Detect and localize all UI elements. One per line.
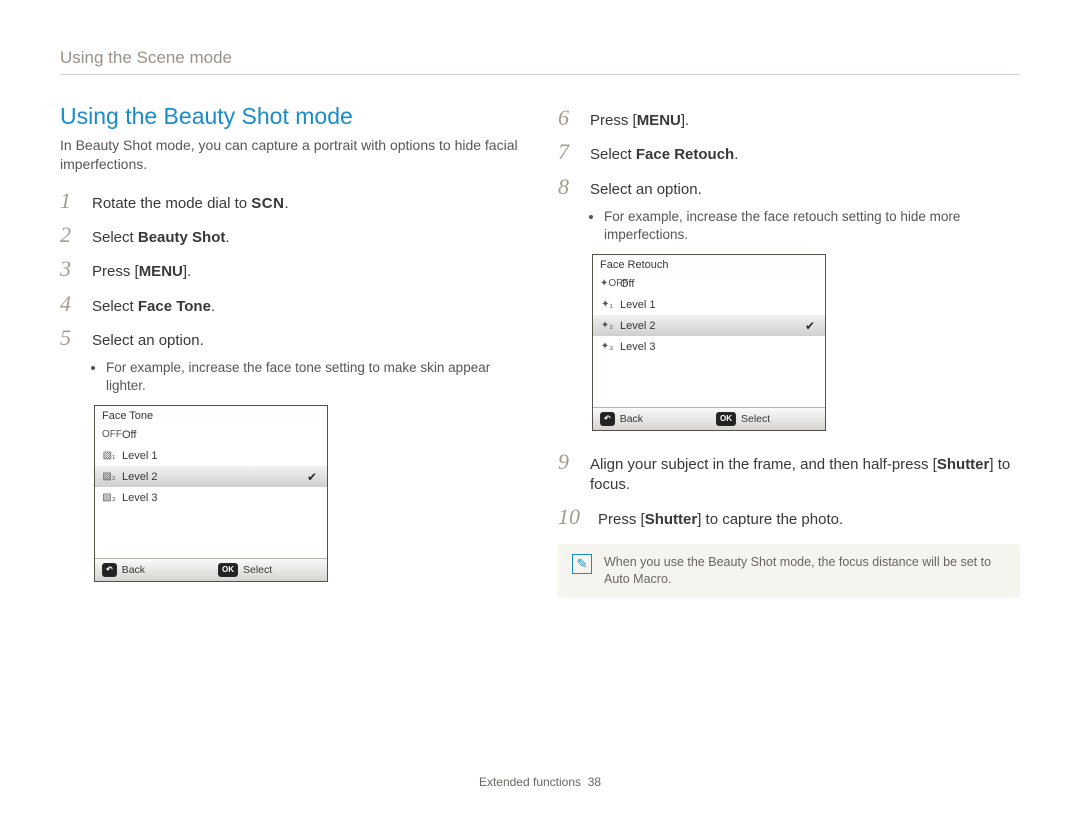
page-footer: Extended functions 38 <box>0 775 1080 789</box>
running-head: Using the Scene mode <box>60 48 1020 75</box>
step-number: 10 <box>558 504 588 530</box>
menu-glyph: MENU <box>139 263 183 280</box>
section-title: Using the Beauty Shot mode <box>60 103 522 130</box>
shot-row: ✦₁ Level 1 <box>593 294 825 315</box>
step-number: 1 <box>60 188 82 214</box>
check-icon: ✔ <box>307 470 320 484</box>
shot-row-selected: ▧₂ Level 2 ✔ <box>95 466 327 487</box>
step-number: 9 <box>558 449 580 475</box>
shot-row: ▧₁ Level 1 <box>95 445 327 466</box>
shot-row-label: Level 2 <box>620 320 655 332</box>
level-icon: ✦₂ <box>600 320 614 331</box>
steps-left: 1 Rotate the mode dial to SCN. 2 Select … <box>60 188 522 351</box>
ok-key-icon: OK <box>218 563 238 577</box>
shot-row-label: Level 1 <box>620 299 655 311</box>
ok-key-icon: OK <box>716 412 736 426</box>
step-2: Select Beauty Shot. <box>92 228 230 248</box>
shot-row: OFF Off <box>95 424 327 445</box>
note-box: ✎ When you use the Beauty Shot mode, the… <box>558 544 1020 598</box>
intro-text: In Beauty Shot mode, you can capture a p… <box>60 136 522 174</box>
step-number: 5 <box>60 325 82 351</box>
left-column: Using the Beauty Shot mode In Beauty Sho… <box>60 93 522 598</box>
step-number: 2 <box>60 222 82 248</box>
shot-row-label: Level 3 <box>620 341 655 353</box>
shot-row-label: Off <box>122 429 136 441</box>
step-6: Press [MENU]. <box>590 111 689 131</box>
note-text: When you use the Beauty Shot mode, the f… <box>604 554 1006 588</box>
check-icon: ✔ <box>805 319 818 333</box>
shot-row: ▧₃ Level 3 <box>95 487 327 508</box>
shot-title: Face Tone <box>95 406 327 424</box>
shot-row-label: Level 2 <box>122 471 157 483</box>
shot-row: ✦OFF Off <box>593 273 825 294</box>
step-number: 7 <box>558 139 580 165</box>
step-9: Align your subject in the frame, and the… <box>590 455 1020 496</box>
shot-title: Face Retouch <box>593 255 825 273</box>
step-4: Select Face Tone. <box>92 297 215 317</box>
level-icon: ▧₂ <box>102 471 116 482</box>
step-number: 8 <box>558 174 580 200</box>
select-label: Select <box>243 564 272 576</box>
back-label: Back <box>620 413 643 425</box>
step-5-sublist: For example, increase the face tone sett… <box>106 359 522 395</box>
select-label: Select <box>741 413 770 425</box>
level-icon: ✦₃ <box>600 341 614 352</box>
steps-right: 6 Press [MENU]. 7 Select Face Retouch. 8… <box>558 105 1020 200</box>
back-key-icon: ↶ <box>600 412 615 426</box>
step-number: 3 <box>60 256 82 282</box>
shot-row-label: Off <box>620 278 634 290</box>
step-7: Select Face Retouch. <box>590 145 738 165</box>
info-icon: ✎ <box>572 554 592 574</box>
step-5: Select an option. <box>92 331 204 351</box>
step-8-sublist: For example, increase the face retouch s… <box>604 208 1020 244</box>
step-3: Press [MENU]. <box>92 262 191 282</box>
step-number: 6 <box>558 105 580 131</box>
step-number: 4 <box>60 291 82 317</box>
shot-row-label: Level 3 <box>122 492 157 504</box>
screenshot-face-retouch: Face Retouch ✦OFF Off ✦₁ Level 1 ✦₂ Leve… <box>592 254 826 431</box>
off-icon: ✦OFF <box>600 278 614 289</box>
scn-glyph: SCN <box>251 194 284 214</box>
step-8-sub: For example, increase the face retouch s… <box>604 208 1020 244</box>
shot-row-label: Level 1 <box>122 450 157 462</box>
shot-footer: ↶ Back OK Select <box>95 558 327 581</box>
step-1: Rotate the mode dial to SCN. <box>92 194 289 214</box>
off-icon: OFF <box>102 429 116 440</box>
right-column: 6 Press [MENU]. 7 Select Face Retouch. 8… <box>558 93 1020 598</box>
back-label: Back <box>122 564 145 576</box>
steps-right-2: 9 Align your subject in the frame, and t… <box>558 449 1020 530</box>
step-10: Press [Shutter] to capture the photo. <box>598 510 843 530</box>
shot-row-selected: ✦₂ Level 2 ✔ <box>593 315 825 336</box>
back-key-icon: ↶ <box>102 563 117 577</box>
shot-row: ✦₃ Level 3 <box>593 336 825 357</box>
level-icon: ▧₁ <box>102 450 116 461</box>
screenshot-face-tone: Face Tone OFF Off ▧₁ Level 1 ▧₂ Level 2 … <box>94 405 328 582</box>
step-8: Select an option. <box>590 180 702 200</box>
menu-glyph: MENU <box>637 112 681 129</box>
level-icon: ▧₃ <box>102 492 116 503</box>
step-5-sub: For example, increase the face tone sett… <box>106 359 522 395</box>
level-icon: ✦₁ <box>600 299 614 310</box>
shot-footer: ↶ Back OK Select <box>593 407 825 430</box>
